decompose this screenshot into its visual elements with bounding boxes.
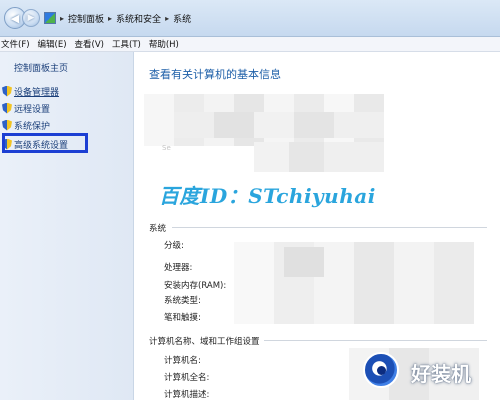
forward-button[interactable]: ▶ xyxy=(22,9,40,27)
chevron-right-icon[interactable]: ▸ xyxy=(108,14,112,23)
field-description-label: 计算机描述: xyxy=(164,390,210,400)
control-panel-icon xyxy=(44,12,56,24)
menu-help[interactable]: 帮助(H) xyxy=(149,38,179,50)
menu-bar: 文件(F) 编辑(E) 查看(V) 工具(T) 帮助(H) xyxy=(0,37,500,52)
menu-tools[interactable]: 工具(T) xyxy=(112,38,141,50)
task-label: 系统保护 xyxy=(14,121,51,132)
field-computer-name-label: 计算机名: xyxy=(164,356,201,366)
highlight-box xyxy=(2,133,88,153)
forward-arrow-icon: ▶ xyxy=(27,13,35,23)
field-ram-label: 安装内存(RAM): xyxy=(164,281,227,291)
address-bar: ◀ ▶ ▸ 控制面板 ▸ 系统和安全 ▸ 系统 xyxy=(0,0,500,37)
breadcrumb-control-panel[interactable]: 控制面板 xyxy=(68,12,104,25)
shield-icon xyxy=(2,119,12,131)
chevron-right-icon[interactable]: ▸ xyxy=(60,14,64,23)
field-processor-label: 处理器: xyxy=(164,263,193,273)
watermark-text: 百度ID：STchiyuhai xyxy=(159,184,376,208)
task-device-manager[interactable]: 设备管理器 xyxy=(2,83,59,99)
redacted-area xyxy=(284,247,324,277)
section-divider xyxy=(264,340,487,341)
field-system-type-label: 系统类型: xyxy=(164,296,201,306)
breadcrumb-system-security[interactable]: 系统和安全 xyxy=(116,12,161,25)
task-label: 远程设置 xyxy=(14,104,51,115)
redacted-area xyxy=(174,112,384,138)
menu-view[interactable]: 查看(V) xyxy=(75,38,104,50)
chevron-right-icon[interactable]: ▸ xyxy=(165,14,169,23)
shield-icon xyxy=(2,102,12,114)
page-title: 查看有关计算机的基本信息 xyxy=(149,68,281,81)
brand-text: 好装机 xyxy=(411,362,471,386)
brand-badge: 好装机 xyxy=(355,350,500,400)
system-section-title: 系统 xyxy=(149,224,167,234)
redacted-area xyxy=(254,142,384,172)
shield-icon xyxy=(2,85,12,97)
section-divider xyxy=(172,227,487,228)
breadcrumb: ▸ 控制面板 ▸ 系统和安全 ▸ 系统 xyxy=(44,9,191,27)
main-content: 查看有关计算机的基本信息 Se 百度ID：STchiyuhai 系统 分级: 处… xyxy=(134,52,500,400)
left-task-pane: 控制面板主页 设备管理器 远程设置 系统保护 高级系统设置 xyxy=(0,52,134,400)
field-rating-label: 分级: xyxy=(164,241,184,251)
menu-file[interactable]: 文件(F) xyxy=(1,38,30,50)
control-panel-home-link[interactable]: 控制面板主页 xyxy=(14,61,68,74)
computer-section-title: 计算机名称、域和工作组设置 xyxy=(149,337,260,347)
faint-text: Se xyxy=(162,144,171,152)
task-remote-settings[interactable]: 远程设置 xyxy=(2,100,50,116)
breadcrumb-system[interactable]: 系统 xyxy=(173,12,191,25)
system-window: ◀ ▶ ▸ 控制面板 ▸ 系统和安全 ▸ 系统 文件(F) 编辑(E) 查看(V… xyxy=(0,0,500,400)
back-arrow-icon: ◀ xyxy=(10,11,20,25)
redacted-area xyxy=(234,242,474,324)
task-system-protection[interactable]: 系统保护 xyxy=(2,117,50,133)
field-pen-touch-label: 笔和触摸: xyxy=(164,313,201,323)
task-label: 设备管理器 xyxy=(14,87,60,98)
brand-logo-dot xyxy=(377,366,386,375)
menu-edit[interactable]: 编辑(E) xyxy=(38,38,67,50)
field-full-name-label: 计算机全名: xyxy=(164,373,210,383)
